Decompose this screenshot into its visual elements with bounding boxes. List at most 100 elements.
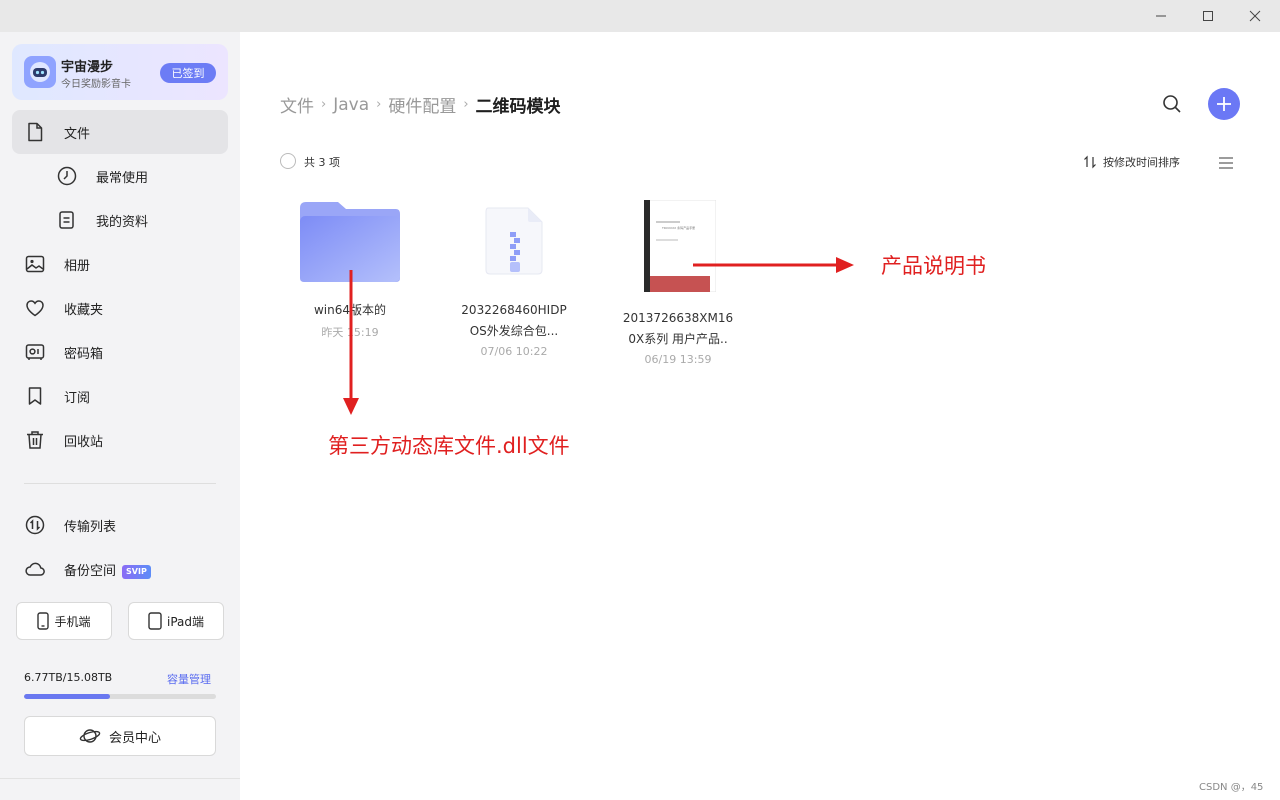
- sidebar-item-my-docs[interactable]: 我的资料: [12, 198, 228, 242]
- dll-annotation: 第三方动态库文件.dll文件: [328, 434, 570, 458]
- file-date: 06/19 13:59: [644, 353, 712, 366]
- list-view-icon: [1219, 157, 1233, 169]
- file-name: win64版本的: [313, 303, 387, 317]
- heart-icon: [26, 300, 44, 317]
- maximize-icon: [1203, 11, 1213, 21]
- sidebar-item-safe-box[interactable]: 密码箱: [12, 330, 228, 374]
- sidebar: 宇宙漫步 今日奖励影音卡 已签到 文件 最常使用 我的资料 相册 收藏夹 密码箱: [0, 32, 240, 800]
- plus-icon: [1217, 97, 1231, 111]
- avatar[interactable]: [24, 56, 56, 88]
- sidebar-item-label: 相册: [64, 259, 91, 274]
- document-thumbnail: [644, 200, 716, 292]
- storage-manage-link[interactable]: 容量管理: [167, 671, 211, 687]
- sidebar-item-label: 传输列表: [64, 520, 117, 535]
- zip-archive-icon: [485, 207, 543, 275]
- file-name-line2: OS外发综合包...: [469, 324, 559, 338]
- planet-icon: [79, 729, 101, 743]
- sidebar-bottom-divider: [0, 778, 240, 779]
- file-name: 2013726638XM16: [622, 311, 734, 325]
- user-name: 宇宙漫步: [61, 60, 114, 75]
- arrowhead-right-icon: [836, 257, 854, 273]
- sidebar-item-label: 文件: [64, 127, 91, 142]
- signed-in-button[interactable]: 已签到: [160, 63, 216, 83]
- product-manual-annotation: 产品说明书: [881, 254, 986, 278]
- bookmark-icon: [28, 387, 42, 405]
- storage-progress-fill: [24, 694, 111, 699]
- folder-icon: [300, 202, 400, 282]
- sidebar-item-transfer[interactable]: 传输列表: [12, 503, 228, 547]
- sort-icon: [1084, 155, 1096, 169]
- sidebar-item-label: 订阅: [64, 391, 91, 406]
- astronaut-icon: [30, 62, 50, 82]
- transfer-icon: [25, 515, 45, 535]
- search-button[interactable]: [1160, 92, 1184, 116]
- tablet-icon: [148, 612, 162, 630]
- user-card[interactable]: 宇宙漫步 今日奖励影音卡 已签到: [12, 44, 228, 100]
- sidebar-item-label: 回收站: [64, 435, 104, 450]
- sidebar-item-frequent[interactable]: 最常使用: [12, 154, 228, 198]
- maximize-button[interactable]: [1185, 0, 1231, 32]
- add-button[interactable]: [1208, 88, 1240, 120]
- sort-label: 按修改时间排序: [1103, 156, 1180, 169]
- minimize-icon: [1156, 15, 1166, 17]
- search-icon: [1163, 95, 1181, 113]
- title-bar: [0, 0, 1280, 32]
- clock-icon: [57, 166, 77, 186]
- breadcrumb-item[interactable]: Java: [333, 95, 369, 115]
- svip-badge: SVIP: [122, 565, 151, 579]
- file-icon: [28, 122, 43, 142]
- minimize-button[interactable]: [1138, 0, 1184, 32]
- item-count: 共 3 项: [304, 156, 340, 169]
- storage-usage: 6.77TB/15.08TB: [24, 671, 113, 684]
- breadcrumb-item[interactable]: 文件: [280, 92, 314, 117]
- sort-button[interactable]: 按修改时间排序: [1083, 154, 1180, 170]
- chevron-right-icon: ›: [463, 97, 469, 112]
- file-item-zip[interactable]: 2032268460HIDP OS外发综合包... 07/06 10:22: [444, 192, 584, 372]
- file-date: 07/06 10:22: [480, 345, 548, 358]
- sidebar-item-subscribe[interactable]: 订阅: [12, 374, 228, 418]
- sidebar-item-trash[interactable]: 回收站: [12, 418, 228, 462]
- photo-icon: [25, 255, 45, 273]
- safe-icon: [25, 344, 45, 360]
- breadcrumb-item[interactable]: 硬件配置: [388, 92, 456, 117]
- close-button[interactable]: [1232, 0, 1278, 32]
- sidebar-item-label: 备份空间 SVIP: [64, 560, 151, 579]
- storage-progress-bar: [24, 694, 216, 699]
- file-name-line2: 0X系列 用户产品..: [628, 332, 728, 346]
- sidebar-item-files[interactable]: 文件: [12, 110, 228, 154]
- watermark: CSDN @，45: [1199, 782, 1264, 793]
- document-thumbnail-title: TRXXXXX 条码产品手册: [662, 226, 696, 230]
- file-name: 2032268460HIDP: [461, 303, 567, 317]
- sidebar-item-label: 密码箱: [64, 347, 104, 362]
- list-view-button[interactable]: [1217, 155, 1235, 169]
- sidebar-item-backup[interactable]: 备份空间 SVIP: [12, 547, 228, 591]
- phone-icon: [37, 612, 50, 630]
- sidebar-item-album[interactable]: 相册: [12, 242, 228, 286]
- app-window: 宇宙漫步 今日奖励影音卡 已签到 文件 最常使用 我的资料 相册 收藏夹 密码箱: [0, 0, 1280, 800]
- ipad-client-button[interactable]: iPad端: [128, 602, 224, 640]
- sidebar-item-label: 我的资料: [96, 215, 149, 230]
- close-icon: [1249, 10, 1261, 22]
- vip-center-button[interactable]: 会员中心: [24, 716, 216, 756]
- file-date: 昨天 15:19: [321, 326, 379, 339]
- sidebar-item-favorites[interactable]: 收藏夹: [12, 286, 228, 330]
- sidebar-item-label: 最常使用: [96, 171, 149, 186]
- select-all-checkbox[interactable]: [280, 153, 296, 169]
- breadcrumb-current: 二维码模块: [475, 97, 561, 117]
- cloud-icon: [25, 562, 45, 576]
- phone-client-label: 手机端: [54, 614, 91, 629]
- document-icon: [59, 211, 74, 229]
- ipad-client-label: iPad端: [166, 614, 204, 629]
- phone-client-button[interactable]: 手机端: [16, 602, 112, 640]
- file-item-folder[interactable]: win64版本的 昨天 15:19: [280, 192, 420, 352]
- arrowhead-down-icon: [343, 398, 359, 415]
- sidebar-divider: [24, 483, 216, 484]
- backup-label: 备份空间: [64, 564, 117, 579]
- chevron-right-icon: ›: [321, 97, 327, 112]
- vip-center-label: 会员中心: [108, 730, 161, 746]
- sidebar-item-label: 收藏夹: [64, 303, 104, 318]
- trash-icon: [27, 431, 43, 449]
- file-item-pdf[interactable]: TRXXXXX 条码产品手册 2013726638XM16 0X系列 用户产品.…: [608, 192, 748, 372]
- breadcrumb: 文件 › Java › 硬件配置 › 二维码模块: [280, 92, 561, 118]
- chevron-right-icon: ›: [376, 97, 382, 112]
